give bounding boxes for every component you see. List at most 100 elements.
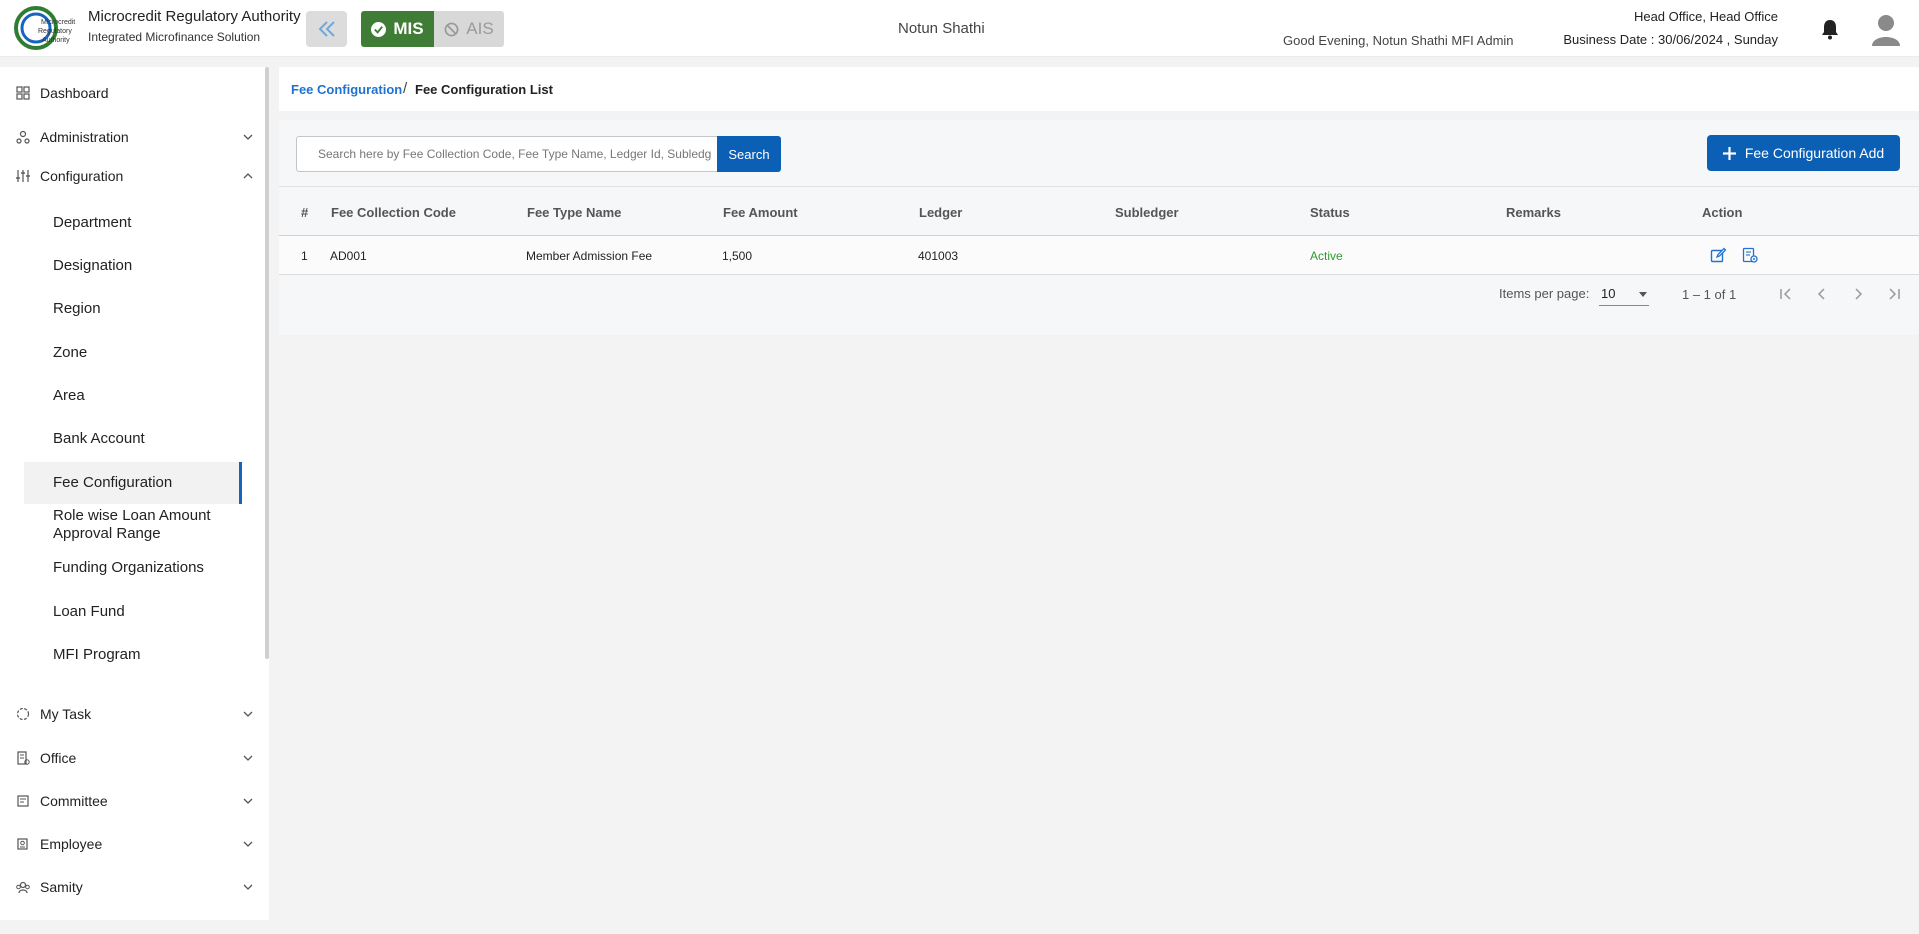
chevron-down-icon [243,711,253,717]
mis-toggle-button[interactable]: MIS [361,11,434,47]
subitem-label: Fee Configuration [53,474,173,491]
subitem-label: Region [53,300,101,317]
fee-configuration-list-card: Search Fee Configuration Add # Fee Colle… [279,120,1919,335]
table-row: 1 AD001 Member Admission Fee 1,500 40100… [279,236,1919,275]
subitem-label: Bank Account [53,430,145,447]
search-box [296,136,719,172]
brand-title: Microcredit Regulatory Authority [88,8,301,25]
sidebar-item-employee[interactable]: Employee [0,827,262,861]
sidebar-item-office[interactable]: Office [0,741,262,775]
column-header-fee-collection-code: Fee Collection Code [331,205,456,220]
subitem-label: Zone [53,344,88,361]
dropdown-caret-icon [1639,292,1647,297]
svg-text:Authority: Authority [42,37,70,44]
subitem-label: MFI Program [53,646,141,663]
ais-toggle-button[interactable]: AIS [434,11,504,47]
user-avatar-icon[interactable] [1870,12,1902,46]
breadcrumb-link-fee-configuration[interactable]: Fee Configuration [291,82,402,97]
block-icon [444,22,459,36]
sidebar-subitem-funding-organizations[interactable]: Funding Organizations [24,547,242,589]
sidebar-item-my-task[interactable]: My Task [0,697,262,731]
sidebar-item-label: My Task [40,706,92,722]
task-icon [16,707,30,721]
sidebar-item-committee[interactable]: Committee [0,784,262,818]
mis-label: MIS [393,19,424,38]
sidebar-item-configuration[interactable]: Configuration [0,159,262,193]
edit-icon[interactable] [1710,247,1727,264]
samity-icon [16,881,30,894]
last-page-button[interactable] [1883,283,1905,305]
subitem-label: Role wise Loan Amount Approval Range [53,507,211,542]
next-page-button[interactable] [1847,283,1869,305]
sidebar: Dashboard Administration Configuration D… [0,67,269,920]
first-page-button[interactable] [1775,283,1797,305]
cell-ledger: 401003 [918,249,959,263]
collapse-sidebar-button[interactable] [306,11,347,47]
column-header-status: Status [1310,205,1350,220]
business-date: Business Date : 30/06/2024 , Sunday [1563,32,1778,47]
sidebar-subitem-fee-configuration[interactable]: Fee Configuration [24,462,242,504]
sidebar-subitem-area[interactable]: Area [24,375,242,417]
items-per-page-select[interactable]: 10 [1599,282,1649,306]
fee-configuration-table: # Fee Collection Code Fee Type Name Fee … [279,186,1919,275]
subitem-label: Designation [53,257,133,274]
greeting-text: Good Evening, Notun Shathi MFI Admin [1283,33,1514,48]
sidebar-item-label: Dashboard [40,85,109,101]
cell-fee-collection-code: AD001 [330,249,367,263]
add-button-label: Fee Configuration Add [1744,145,1885,161]
notification-bell-icon[interactable] [1820,18,1840,40]
table-header: # Fee Collection Code Fee Type Name Fee … [279,186,1919,236]
brand-subtitle: Integrated Microfinance Solution [88,30,261,44]
office-icon [17,751,30,765]
svg-text:Microcredit: Microcredit [41,19,75,26]
chevron-left-icon [1817,288,1825,300]
subitem-label: Loan Fund [53,603,125,620]
chevron-right-icon [1855,288,1863,300]
svg-text:Regulatory: Regulatory [38,28,72,35]
subitem-label: Department [53,214,132,231]
chevron-down-icon [243,755,253,761]
column-header-subledger: Subledger [1115,205,1179,220]
chevron-down-icon [243,798,253,804]
sidebar-item-label: Administration [40,129,129,145]
chevron-down-icon [243,884,253,890]
sidebar-item-dashboard[interactable]: Dashboard [0,76,262,110]
chevron-down-icon [243,841,253,847]
items-per-page-label: Items per page: [1499,286,1590,301]
sidebar-item-administration[interactable]: Administration [0,120,262,154]
ais-label: AIS [466,19,494,38]
column-header-fee-amount: Fee Amount [723,205,798,220]
breadcrumb-separator: / [403,80,408,97]
column-header-remarks: Remarks [1506,205,1561,220]
subitem-label: Area [53,387,85,404]
sidebar-subitem-loan-fund[interactable]: Loan Fund [24,591,242,633]
view-details-icon[interactable] [1742,247,1759,264]
sidebar-subitem-bank-account[interactable]: Bank Account [24,418,242,460]
sidebar-subitem-mfi-program[interactable]: MFI Program [24,634,242,676]
sidebar-scrollbar[interactable] [265,67,269,659]
column-header-ledger: Ledger [919,205,963,220]
items-per-page-value: 10 [1601,286,1616,301]
sidebar-item-samity[interactable]: Samity [0,870,262,904]
grid-icon [16,86,30,100]
top-header: Microcredit Regulatory Authority Microcr… [0,0,1919,57]
sidebar-subitem-region[interactable]: Region [24,288,242,330]
sidebar-subitem-designation[interactable]: Designation [24,245,242,287]
first-page-icon [1780,288,1791,300]
sliders-icon [16,170,30,182]
sidebar-subitem-role-wise-loan-amount-approval-range[interactable]: Role wise Loan Amount Approval Range [24,505,242,545]
check-circle-icon [371,21,387,37]
organization-name: Notun Shathi [898,20,985,37]
cell-fee-amount: 1,500 [722,249,753,263]
office-name: Head Office, Head Office [1633,9,1778,24]
fee-configuration-add-button[interactable]: Fee Configuration Add [1707,135,1900,171]
sidebar-item-label: Samity [40,879,83,895]
search-input[interactable] [297,137,718,171]
sidebar-item-label: Office [40,750,77,766]
subitem-label: Funding Organizations [53,559,204,576]
sidebar-subitem-zone[interactable]: Zone [24,332,242,374]
chevron-up-icon [243,173,253,179]
previous-page-button[interactable] [1811,283,1833,305]
search-button[interactable]: Search [717,136,781,172]
sidebar-subitem-department[interactable]: Department [24,202,242,244]
